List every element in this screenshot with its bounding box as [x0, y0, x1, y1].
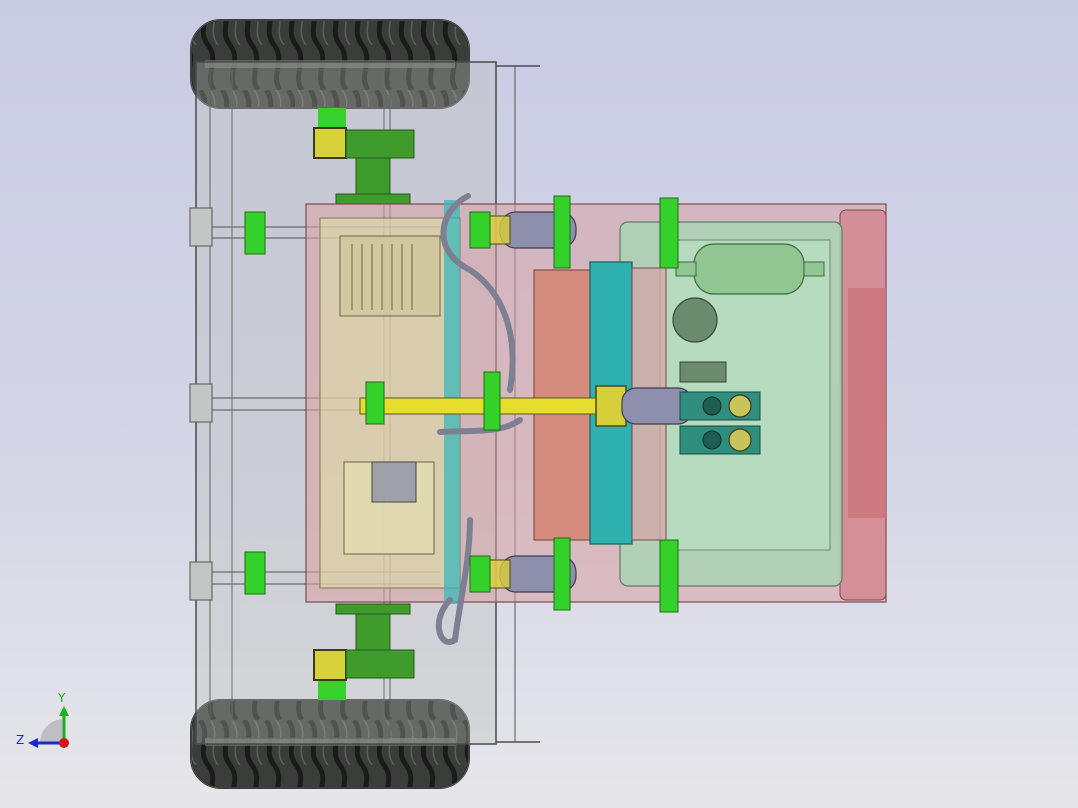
- orientation-triad[interactable]: Y Z: [0, 0, 1078, 808]
- y-axis-label: Y: [57, 691, 66, 705]
- z-axis-head: [28, 738, 38, 748]
- x-axis-dot: [59, 738, 69, 748]
- triad-plane: [40, 719, 64, 743]
- y-axis-head: [59, 706, 69, 716]
- z-axis-label: Z: [16, 733, 24, 747]
- cad-viewport[interactable]: Y Z: [0, 0, 1078, 808]
